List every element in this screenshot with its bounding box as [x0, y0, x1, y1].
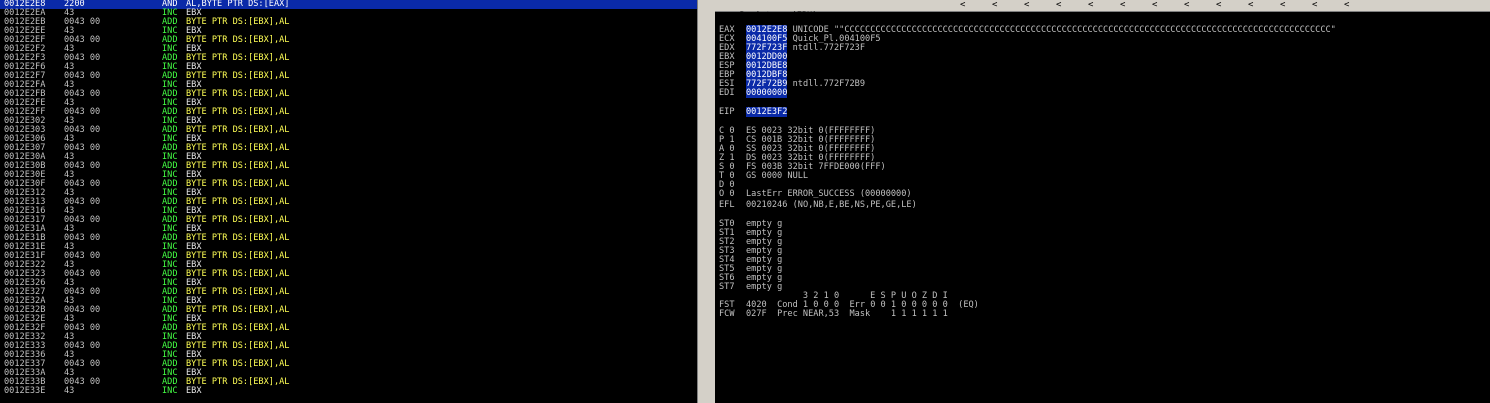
disasm-row[interactable]: 0012E30B 0043 00 ADD BYTE PTR DS:[EBX],AL	[0, 162, 697, 171]
register-name: EIP	[719, 106, 735, 117]
disasm-row[interactable]: 0012E2FF 0043 00 ADD BYTE PTR DS:[EBX],AL	[0, 108, 697, 117]
disasm-row[interactable]: 0012E322 43 INC EBX	[0, 261, 697, 270]
register-comment: ntdll.772F72B9	[792, 79, 866, 89]
disasm-hex: 43	[64, 386, 75, 396]
register-name: EFL	[719, 199, 735, 210]
scroll-left-arrow-icon[interactable]: <	[1312, 0, 1317, 11]
disasm-row[interactable]: 0012E2FB 0043 00 ADD BYTE PTR DS:[EBX],AL	[0, 90, 697, 99]
disasm-row[interactable]: 0012E31F 0043 00 ADD BYTE PTR DS:[EBX],AL	[0, 252, 697, 261]
scroll-left-arrow-icon[interactable]: <	[1120, 0, 1125, 11]
registers-pane[interactable]: Registers (FPU) < < < < < < < < < < < < < EAX 0012E2E…	[715, 0, 1490, 403]
register-value[interactable]: 027F	[746, 309, 767, 319]
pane-splitter[interactable]	[697, 0, 715, 403]
disasm-row[interactable]: 0012E32E 43 INC EBX	[0, 315, 697, 324]
register-line[interactable]: EDI 00000000	[719, 88, 793, 98]
disasm-row[interactable]: 0012E2FE 43 INC EBX	[0, 99, 697, 108]
register-name: O 0	[719, 188, 735, 199]
disasm-row[interactable]: 0012E31A 43 INC EBX	[0, 225, 697, 234]
scroll-left-arrow-icon[interactable]: <	[1088, 0, 1093, 11]
disasm-row[interactable]: 0012E30F 0043 00 ADD BYTE PTR DS:[EBX],AL	[0, 180, 697, 189]
register-comment: (NO,NB,E,BE,NS,PE,GE,LE)	[792, 199, 917, 210]
registers-title: Registers (FPU)	[739, 11, 818, 21]
disasm-row[interactable]: 0012E33E 43 INC EBX	[0, 387, 697, 396]
scroll-left-arrow-icon[interactable]: <	[1216, 0, 1221, 11]
disasm-row[interactable]: 0012E31B 0043 00 ADD BYTE PTR DS:[EBX],AL	[0, 234, 697, 243]
disasm-row[interactable]: 0012E2F3 0043 00 ADD BYTE PTR DS:[EBX],AL	[0, 54, 697, 63]
disasm-row[interactable]: 0012E337 0043 00 ADD BYTE PTR DS:[EBX],AL	[0, 360, 697, 369]
disasm-row[interactable]: 0012E333 0043 00 ADD BYTE PTR DS:[EBX],AL	[0, 342, 697, 351]
register-comment: LastErr ERROR_SUCCESS (00000000)	[746, 188, 912, 199]
register-value[interactable]: 0012E3F2	[746, 106, 788, 117]
disasm-row[interactable]: 0012E2FA 43 INC EBX	[0, 81, 697, 90]
register-line[interactable]: FCW 027F Prec NEAR,53 Mask 1 1 1 1 1 1	[719, 310, 948, 319]
disasm-row[interactable]: 0012E33B 0043 00 ADD BYTE PTR DS:[EBX],AL	[0, 378, 697, 387]
register-name: FCW	[719, 309, 735, 320]
disasm-row[interactable]: 0012E316 43 INC EBX	[0, 207, 697, 216]
scroll-left-arrow-icon[interactable]: <	[992, 0, 997, 11]
scroll-left-arrow-icon[interactable]: <	[960, 0, 965, 11]
register-value[interactable]: 00210246	[746, 200, 787, 210]
disasm-row[interactable]: 0012E307 0043 00 ADD BYTE PTR DS:[EBX],AL	[0, 144, 697, 153]
disasm-row[interactable]: 0012E336 43 INC EBX	[0, 351, 697, 360]
disasm-row[interactable]: 0012E32A 43 INC EBX	[0, 297, 697, 306]
register-value[interactable]: 00000000	[746, 88, 788, 98]
disasm-row[interactable]: 0012E30E 43 INC EBX	[0, 171, 697, 180]
disasm-row[interactable]: 0012E332 43 INC EBX	[0, 333, 697, 342]
disasm-row[interactable]: 0012E32B 0043 00 ADD BYTE PTR DS:[EBX],AL	[0, 306, 697, 315]
scroll-left-arrow-icon[interactable]: <	[1024, 0, 1029, 11]
register-line[interactable]: EIP 0012E3F2	[719, 106, 793, 117]
register-comment: Prec NEAR,53 Mask 1 1 1 1 1 1	[771, 309, 948, 320]
disasm-row[interactable]: 0012E32F 0043 00 ADD BYTE PTR DS:[EBX],AL	[0, 324, 697, 333]
scroll-left-arrow-icon[interactable]: <	[1056, 0, 1061, 11]
register-name: EDI	[719, 88, 735, 98]
disassembly-pane[interactable]: 0012E2E8 2200 AND AL,BYTE PTR DS:[EAX] 0012E…	[0, 0, 697, 403]
register-comment: ntdll.772F723F	[792, 43, 866, 53]
register-comment: GS 0000 NULL	[746, 170, 809, 181]
disasm-row[interactable]: 0012E2EF 0043 00 ADD BYTE PTR DS:[EBX],AL	[0, 36, 697, 45]
register-line[interactable]: EFL 00210246 (NO,NB,E,BE,NS,PE,GE,LE)	[719, 199, 917, 210]
scroll-left-arrow-icon[interactable]: <	[1248, 0, 1253, 11]
disasm-address: 0012E33E	[4, 386, 46, 396]
scroll-left-arrow-icon[interactable]: <	[1152, 0, 1157, 11]
disasm-row[interactable]: 0012E2EB 0043 00 ADD BYTE PTR DS:[EBX],AL	[0, 18, 697, 27]
disasm-row[interactable]: 0012E317 0043 00 ADD BYTE PTR DS:[EBX],AL	[0, 216, 697, 225]
scroll-left-arrow-icon[interactable]: <	[1280, 0, 1285, 11]
disasm-row[interactable]: 0012E302 43 INC EBX	[0, 117, 697, 126]
registers-header[interactable]: Registers (FPU) < < < < < < < < < < < < <	[715, 0, 1490, 21]
disasm-row[interactable]: 0012E30A 43 INC EBX	[0, 153, 697, 162]
disasm-row[interactable]: 0012E2F2 43 INC EBX	[0, 45, 697, 54]
disasm-row[interactable]: 0012E326 43 INC EBX	[0, 279, 697, 288]
register-name: ST7	[719, 282, 735, 293]
disasm-row[interactable]: 0012E2EA 43 INC EBX	[0, 9, 697, 18]
disasm-row[interactable]: 0012E2E8 2200 AND AL,BYTE PTR DS:[EAX]	[0, 0, 697, 9]
disasm-row[interactable]: 0012E306 43 INC EBX	[0, 135, 697, 144]
scroll-left-arrow-icon[interactable]: <	[1344, 0, 1349, 11]
disasm-operand: EBX	[186, 386, 202, 396]
disasm-row[interactable]: 0012E33A 43 INC EBX	[0, 369, 697, 378]
disasm-row[interactable]: 0012E31E 43 INC EBX	[0, 243, 697, 252]
disasm-mnemonic: INC	[162, 386, 178, 396]
disasm-row[interactable]: 0012E313 0043 00 ADD BYTE PTR DS:[EBX],AL	[0, 198, 697, 207]
disasm-row[interactable]: 0012E323 0043 00 ADD BYTE PTR DS:[EBX],AL	[0, 270, 697, 279]
disasm-row[interactable]: 0012E312 43 INC EBX	[0, 189, 697, 198]
disasm-row[interactable]: 0012E2F7 0043 00 ADD BYTE PTR DS:[EBX],AL	[0, 72, 697, 81]
register-line[interactable]: O 0 LastErr ERROR_SUCCESS (00000000)	[719, 188, 912, 199]
disasm-row[interactable]: 0012E2F6 43 INC EBX	[0, 63, 697, 72]
disasm-row[interactable]: 0012E327 0043 00 ADD BYTE PTR DS:[EBX],AL	[0, 288, 697, 297]
disasm-row[interactable]: 0012E303 0043 00 ADD BYTE PTR DS:[EBX],AL	[0, 126, 697, 135]
scroll-left-arrow-icon[interactable]: <	[1184, 0, 1189, 11]
disasm-row[interactable]: 0012E2EE 43 INC EBX	[0, 27, 697, 36]
